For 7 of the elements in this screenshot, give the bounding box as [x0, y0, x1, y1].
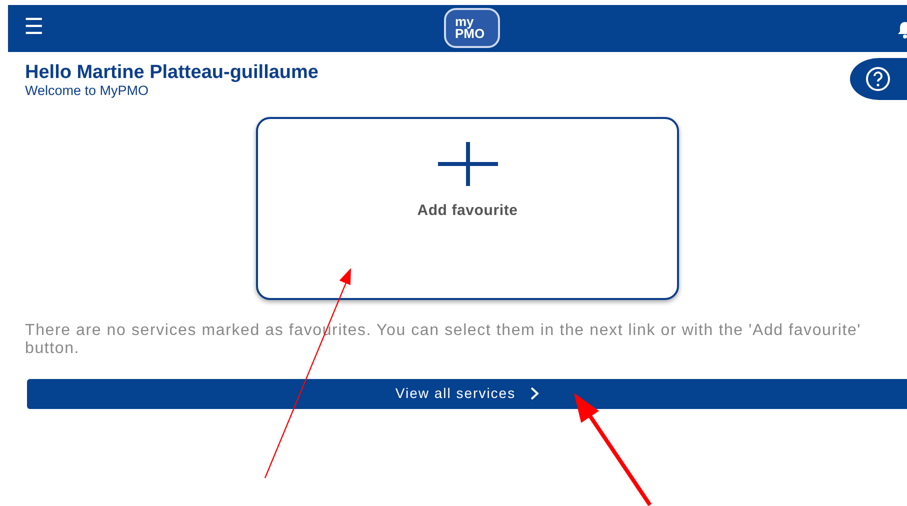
logo-text: my	[455, 16, 474, 28]
greeting-subtitle: Welcome to MyPMO	[25, 84, 149, 99]
greeting-title: Hello Martine Platteau-guillaume	[25, 63, 318, 84]
add-favourite-card[interactable]: Add favourite	[256, 116, 679, 300]
logo-text: PMO	[455, 28, 486, 40]
view-all-services-button[interactable]: View all services	[27, 378, 907, 409]
menu-button[interactable]: ☰	[24, 16, 44, 38]
